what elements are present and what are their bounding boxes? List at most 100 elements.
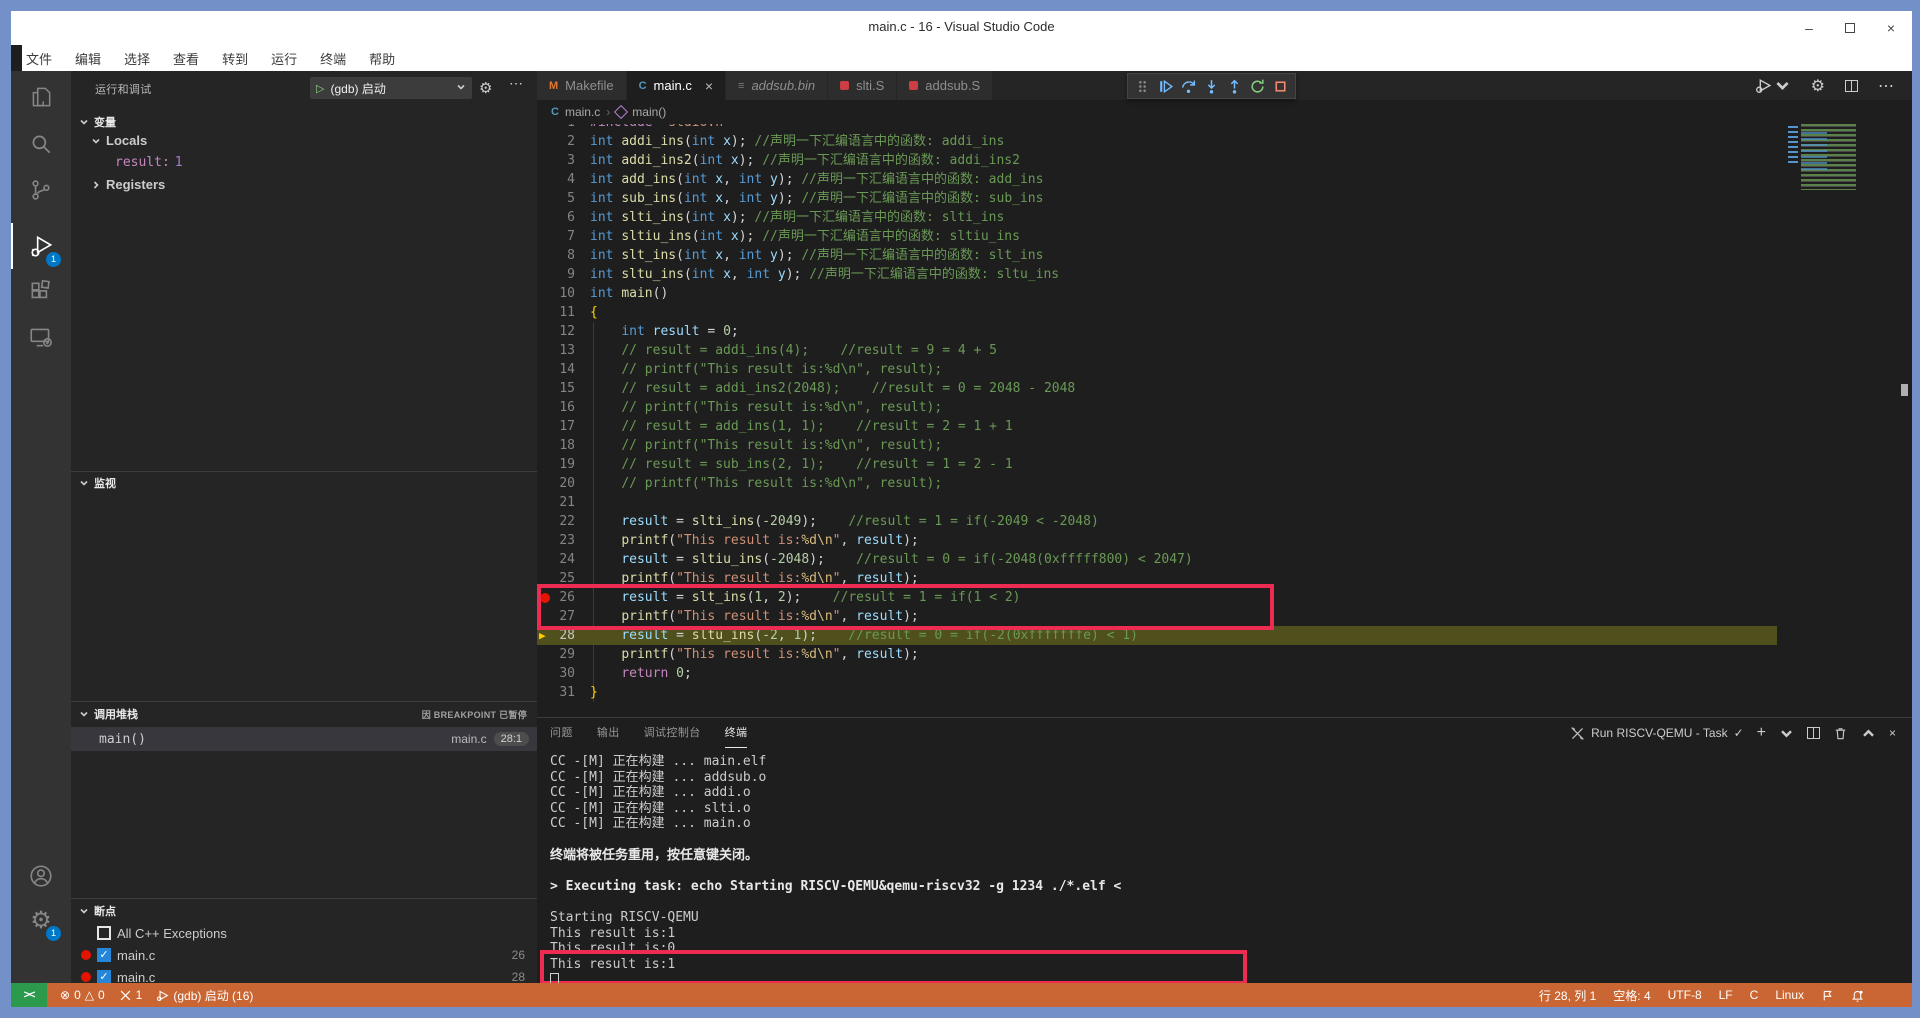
source-control-icon[interactable] bbox=[11, 167, 71, 213]
registers-tree-item[interactable]: Registers bbox=[91, 177, 165, 192]
code-line-23[interactable]: 23 printf("This result is:%d\n", result)… bbox=[537, 531, 1912, 550]
problems-status[interactable]: ⊗ 0 △ 0 bbox=[53, 983, 112, 1007]
stop-icon[interactable] bbox=[1272, 78, 1289, 95]
menu-item-运行[interactable]: 运行 bbox=[267, 47, 301, 70]
os-status[interactable]: Linux bbox=[1775, 988, 1804, 1002]
feedback-icon[interactable] bbox=[1821, 989, 1834, 1002]
split-terminal-icon[interactable] bbox=[1807, 727, 1820, 739]
breadcrumb-symbol[interactable]: main() bbox=[632, 105, 666, 119]
account-icon[interactable] bbox=[11, 853, 71, 899]
sidebar-more-actions-icon[interactable]: ⋯ bbox=[509, 75, 524, 92]
close-panel-icon[interactable]: × bbox=[1889, 726, 1896, 740]
code-line-1[interactable]: 1#include "stdio.h" bbox=[537, 124, 1912, 132]
terminal-output[interactable]: CC -[M] 正在构建 ... main.elfCC -[M] 正在构建 ..… bbox=[550, 754, 1121, 983]
debug-session-status[interactable]: (gdb) 启动 (16) bbox=[149, 983, 260, 1007]
menu-item-查看[interactable]: 查看 bbox=[169, 47, 203, 70]
menu-item-文件[interactable]: 文件 bbox=[22, 47, 56, 70]
breakpoint-checkbox[interactable] bbox=[97, 926, 111, 940]
breadcrumb-file[interactable]: main.c bbox=[565, 105, 600, 119]
step-into-icon[interactable] bbox=[1203, 78, 1220, 95]
tab-slti.S[interactable]: slti.S bbox=[828, 71, 897, 100]
code-line-6[interactable]: 6int slti_ins(int x); //声明一下汇编语言中的函数: sl… bbox=[537, 208, 1912, 227]
locals-tree-item[interactable]: Locals bbox=[91, 133, 147, 148]
code-line-30[interactable]: 30 return 0; bbox=[537, 664, 1912, 683]
code-line-8[interactable]: 8int slt_ins(int x, int y); //声明一下汇编语言中的… bbox=[537, 246, 1912, 265]
tab-main.c[interactable]: Cmain.c× bbox=[627, 71, 726, 100]
code-line-21[interactable]: 21 bbox=[537, 493, 1912, 512]
menu-item-转到[interactable]: 转到 bbox=[218, 47, 252, 70]
launch-config-select[interactable]: ▷ (gdb) 启动 bbox=[310, 77, 472, 99]
variables-section-header[interactable]: 变量 bbox=[71, 111, 537, 133]
maximize-panel-icon[interactable] bbox=[1861, 726, 1876, 741]
code-line-15[interactable]: 15 // result = addi_ins2(2048); //result… bbox=[537, 379, 1912, 398]
watch-section-header[interactable]: 监视 bbox=[71, 472, 537, 494]
code-line-9[interactable]: 9int sltu_ins(int x, int y); //声明一下汇编语言中… bbox=[537, 265, 1912, 284]
breakpoint-checkbox[interactable]: ✓ bbox=[97, 948, 111, 962]
code-line-24[interactable]: 24 result = sltiu_ins(-2048); //result =… bbox=[537, 550, 1912, 569]
code-area[interactable]: 1#include "stdio.h"2int addi_ins(int x);… bbox=[537, 124, 1912, 717]
step-out-icon[interactable] bbox=[1226, 78, 1243, 95]
terminal-dropdown-icon[interactable] bbox=[1779, 726, 1794, 741]
breakpoint-row[interactable]: ✓main.c26 bbox=[71, 944, 537, 966]
panel-tab-终端[interactable]: 终端 bbox=[725, 718, 748, 748]
step-over-icon[interactable] bbox=[1180, 78, 1197, 95]
code-line-22[interactable]: 22 result = slti_ins(-2049); //result = … bbox=[537, 512, 1912, 531]
tab-addsub.S[interactable]: addsub.S bbox=[897, 71, 993, 100]
code-line-2[interactable]: 2int addi_ins(int x); //声明一下汇编语言中的函数: ad… bbox=[537, 132, 1912, 151]
code-line-11[interactable]: 11{ bbox=[537, 303, 1912, 322]
eol-status[interactable]: LF bbox=[1719, 988, 1733, 1002]
call-stack-frame[interactable]: main() main.c 28:1 bbox=[71, 727, 537, 751]
breakpoints-section-header[interactable]: 断点 bbox=[71, 900, 537, 922]
notifications-bell-icon[interactable] bbox=[1851, 989, 1864, 1002]
panel-tab-输出[interactable]: 输出 bbox=[597, 718, 620, 748]
breakpoint-row[interactable]: All C++ Exceptions bbox=[71, 922, 537, 944]
code-line-18[interactable]: 18 // printf("This result is:%d\n", resu… bbox=[537, 436, 1912, 455]
explorer-icon[interactable] bbox=[11, 74, 71, 120]
close-icon[interactable]: × bbox=[1884, 20, 1898, 36]
settings-gear-icon[interactable]: ⚙ 1 bbox=[11, 897, 71, 943]
menu-item-编辑[interactable]: 编辑 bbox=[71, 47, 105, 70]
terminal-task-item[interactable]: Run RISCV-QEMU - Task ✓ bbox=[1570, 726, 1744, 741]
tab-Makefile[interactable]: MMakefile bbox=[537, 71, 627, 100]
panel-tab-问题[interactable]: 问题 bbox=[550, 718, 573, 748]
menu-item-终端[interactable]: 终端 bbox=[316, 47, 350, 70]
search-icon[interactable] bbox=[11, 121, 71, 167]
minimize-icon[interactable]: – bbox=[1802, 20, 1816, 36]
menu-item-帮助[interactable]: 帮助 bbox=[365, 47, 399, 70]
continue-icon[interactable] bbox=[1157, 78, 1174, 95]
code-line-17[interactable]: 17 // result = add_ins(1, 1); //result =… bbox=[537, 417, 1912, 436]
code-line-5[interactable]: 5int sub_ins(int x, int y); //声明一下汇编语言中的… bbox=[537, 189, 1912, 208]
code-line-20[interactable]: 20 // printf("This result is:%d\n", resu… bbox=[537, 474, 1912, 493]
start-debug-icon[interactable]: ▷ bbox=[316, 82, 324, 95]
tab-addsub.bin[interactable]: ≡addsub.bin bbox=[726, 71, 828, 100]
call-stack-section-header[interactable]: 调用堆栈 因 BREAKPOINT 已暂停 bbox=[71, 703, 537, 725]
new-terminal-icon[interactable]: + bbox=[1757, 724, 1766, 742]
extensions-icon[interactable] bbox=[11, 269, 71, 315]
variable-result[interactable]: result: 1 bbox=[115, 155, 183, 170]
encoding-status[interactable]: UTF-8 bbox=[1668, 988, 1702, 1002]
remote-explorer-icon[interactable] bbox=[11, 314, 71, 360]
code-line-7[interactable]: 7int sltiu_ins(int x); //声明一下汇编语言中的函数: s… bbox=[537, 227, 1912, 246]
code-line-12[interactable]: 12 int result = 0; bbox=[537, 322, 1912, 341]
breadcrumb[interactable]: C main.c › main() bbox=[537, 100, 1912, 124]
close-tab-icon[interactable]: × bbox=[705, 78, 713, 94]
run-or-debug-button[interactable] bbox=[1755, 77, 1791, 94]
launch-settings-gear-icon[interactable]: ⚙ bbox=[479, 79, 492, 97]
code-line-14[interactable]: 14 // printf("This result is:%d\n", resu… bbox=[537, 360, 1912, 379]
code-line-19[interactable]: 19 // result = sub_ins(2, 1); //result =… bbox=[537, 455, 1912, 474]
panel-tab-调试控制台[interactable]: 调试控制台 bbox=[644, 718, 701, 748]
code-line-13[interactable]: 13 // result = addi_ins(4); //result = 9… bbox=[537, 341, 1912, 360]
editor-more-actions-icon[interactable]: ⋯ bbox=[1878, 76, 1894, 96]
restore-icon[interactable] bbox=[1843, 20, 1857, 36]
breakpoint-checkbox[interactable]: ✓ bbox=[97, 970, 111, 984]
editor-gear-icon[interactable]: ⚙ bbox=[1811, 76, 1825, 96]
indentation-status[interactable]: 空格: 4 bbox=[1613, 987, 1650, 1004]
remote-indicator[interactable]: >< bbox=[11, 983, 47, 1007]
menu-item-选择[interactable]: 选择 bbox=[120, 47, 154, 70]
kill-terminal-icon[interactable] bbox=[1833, 726, 1848, 741]
cursor-position-status[interactable]: 行 28, 列 1 bbox=[1539, 987, 1596, 1004]
run-and-debug-icon[interactable]: 1 bbox=[11, 223, 71, 269]
code-line-3[interactable]: 3int addi_ins2(int x); //声明一下汇编语言中的函数: a… bbox=[537, 151, 1912, 170]
code-line-29[interactable]: 29 printf("This result is:%d\n", result)… bbox=[537, 645, 1912, 664]
code-line-4[interactable]: 4int add_ins(int x, int y); //声明一下汇编语言中的… bbox=[537, 170, 1912, 189]
